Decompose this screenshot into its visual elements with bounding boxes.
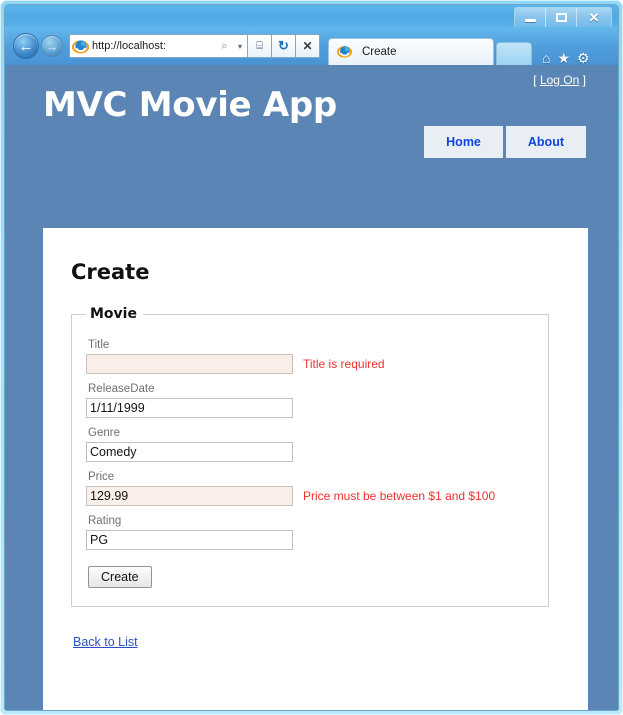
back-button[interactable]: ← bbox=[13, 33, 39, 59]
title-input[interactable] bbox=[86, 354, 293, 374]
internet-explorer-icon bbox=[71, 38, 90, 55]
label-title: Title bbox=[88, 339, 110, 351]
web-page: [ Log On ] MVC Movie App Home About Crea… bbox=[5, 65, 618, 710]
logon-section: [ Log On ] bbox=[533, 73, 586, 87]
title-validation-error: Title is required bbox=[303, 357, 385, 371]
page-viewport: [ Log On ] MVC Movie App Home About Crea… bbox=[5, 65, 618, 710]
site-title: MVC Movie App bbox=[43, 85, 337, 125]
favorites-star-icon[interactable]: ★ bbox=[557, 51, 570, 65]
nav-item-about[interactable]: About bbox=[505, 126, 586, 158]
tab-title: Create bbox=[362, 46, 397, 58]
field-row-price: Price must be between $1 and $100 bbox=[86, 486, 534, 506]
stop-button[interactable]: ✕ bbox=[296, 34, 320, 58]
movie-fieldset: Movie Title Title is required ReleaseDat… bbox=[71, 306, 549, 607]
close-button[interactable]: ✕ bbox=[577, 8, 611, 27]
address-url-text: http://localhost: bbox=[92, 40, 166, 52]
logon-close-bracket: ] bbox=[582, 73, 586, 87]
back-to-list-link[interactable]: Back to List bbox=[73, 635, 138, 649]
gear-icon[interactable]: ⚙ bbox=[577, 51, 590, 65]
fieldset-legend: Movie bbox=[90, 306, 137, 322]
site-header: [ Log On ] MVC Movie App Home About bbox=[5, 65, 618, 160]
release-date-input[interactable] bbox=[86, 398, 293, 418]
price-validation-error: Price must be between $1 and $100 bbox=[303, 489, 496, 503]
minimize-button[interactable] bbox=[515, 8, 546, 27]
command-bar: ⌂ ★ ⚙ bbox=[542, 51, 600, 65]
back-link-wrapper: Back to List bbox=[73, 633, 560, 651]
forward-arrow-icon: → bbox=[45, 38, 59, 54]
search-icon[interactable]: ⌕ bbox=[216, 40, 233, 53]
label-release-date: ReleaseDate bbox=[88, 383, 155, 395]
compatibility-view-button[interactable]: ⌸ bbox=[248, 34, 272, 58]
page-title: Create bbox=[71, 260, 150, 284]
field-row-title: Title is required bbox=[86, 354, 534, 374]
browser-window-inner: ✕ ← → http://localhost: ⌕ ▾ ⌸ ↻ ✕ Create… bbox=[4, 4, 619, 711]
create-button[interactable] bbox=[88, 566, 152, 588]
home-icon[interactable]: ⌂ bbox=[542, 51, 550, 65]
maximize-button[interactable] bbox=[546, 8, 577, 27]
browser-toolbar: ← → http://localhost: ⌕ ▾ ⌸ ↻ ✕ Create ⌂… bbox=[5, 27, 618, 65]
new-tab-button[interactable] bbox=[496, 42, 532, 65]
back-arrow-icon: ← bbox=[18, 37, 34, 55]
address-bar[interactable]: http://localhost: ⌕ ▾ bbox=[69, 34, 248, 58]
title-bar: ✕ bbox=[5, 5, 618, 28]
main-content-panel: Create Movie Title Title is required Rel… bbox=[43, 228, 588, 710]
forward-button[interactable]: → bbox=[41, 35, 63, 57]
field-row-rating bbox=[86, 530, 534, 550]
label-price: Price bbox=[88, 471, 115, 483]
field-row-genre bbox=[86, 442, 534, 462]
chevron-down-icon[interactable]: ▾ bbox=[233, 42, 247, 51]
genre-input[interactable] bbox=[86, 442, 293, 462]
content-inner: Create Movie Title Title is required Rel… bbox=[43, 228, 588, 651]
log-on-link[interactable]: Log On bbox=[540, 73, 579, 87]
refresh-button[interactable]: ↻ bbox=[272, 34, 296, 58]
submit-row bbox=[88, 566, 534, 588]
maximize-icon bbox=[555, 13, 567, 22]
price-input[interactable] bbox=[86, 486, 293, 506]
close-icon: ✕ bbox=[588, 9, 600, 25]
tab-strip: Create ⌂ ★ ⚙ bbox=[328, 27, 618, 65]
window-controls: ✕ bbox=[514, 7, 612, 28]
label-rating: Rating bbox=[88, 515, 122, 527]
tab-favicon-icon bbox=[336, 44, 354, 61]
minimize-icon bbox=[524, 19, 536, 22]
rating-input[interactable] bbox=[86, 530, 293, 550]
field-row-release-date bbox=[86, 398, 534, 418]
main-navigation: Home About bbox=[421, 126, 586, 158]
tab-create[interactable]: Create bbox=[328, 38, 494, 65]
browser-window: ✕ ← → http://localhost: ⌕ ▾ ⌸ ↻ ✕ Create… bbox=[0, 0, 623, 715]
label-genre: Genre bbox=[88, 427, 120, 439]
nav-item-home[interactable]: Home bbox=[424, 126, 503, 158]
logon-open-bracket: [ bbox=[533, 73, 537, 87]
